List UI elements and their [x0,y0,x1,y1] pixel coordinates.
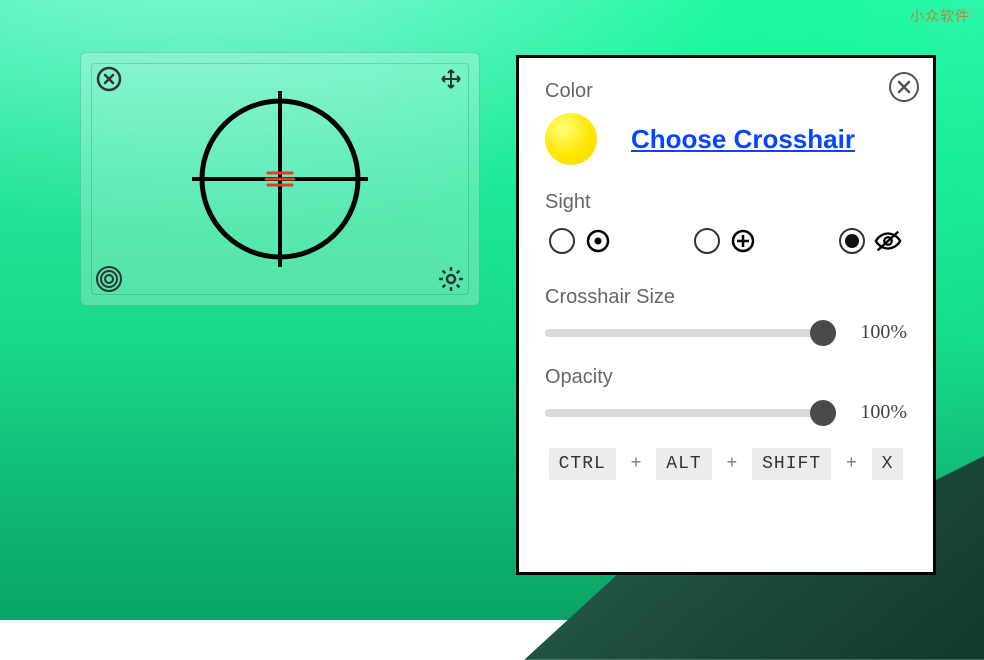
size-slider-block: Crosshair Size 100% [545,286,907,344]
hotkey-sep: + [842,454,861,474]
move-icon [439,67,463,91]
panel-close-button[interactable] [889,72,919,102]
opacity-label: Opacity [545,366,907,389]
close-icon [95,65,123,93]
sight-label: Sight [545,191,907,214]
opacity-slider-block: Opacity 100% [545,366,907,424]
sight-radio-off[interactable] [839,228,865,254]
size-label: Crosshair Size [545,286,907,309]
hotkey-sep: + [722,454,741,474]
crosshair-graphic [180,79,380,279]
opacity-slider-thumb[interactable] [810,400,836,426]
watermark-text: 小众软件 [910,6,970,26]
crosshair-preview-window[interactable] [80,52,480,306]
gear-icon [436,264,466,294]
hotkey-key-4: X [872,448,904,480]
sight-option-cross[interactable] [694,226,758,256]
preview-settings-button[interactable] [433,261,469,297]
sight-radio-cross[interactable] [694,228,720,254]
choose-crosshair-link[interactable]: Choose Crosshair [631,124,855,155]
sight-option-off[interactable] [839,226,903,256]
dot-sight-icon [583,226,613,256]
size-slider-thumb[interactable] [810,320,836,346]
eye-off-icon [873,226,903,256]
sight-option-dot[interactable] [549,226,613,256]
close-icon [896,79,912,95]
preview-close-button[interactable] [91,61,127,97]
hotkey-display: CTRL + ALT + SHIFT + X [545,448,907,480]
sight-radio-dot[interactable] [549,228,575,254]
color-label: Color [545,80,907,103]
cross-sight-icon [728,226,758,256]
color-swatch[interactable] [545,113,597,165]
hotkey-key-1: CTRL [549,448,616,480]
preview-move-handle[interactable] [433,61,469,97]
opacity-value: 100% [847,401,907,424]
size-value: 100% [847,321,907,344]
hotkey-key-3: SHIFT [752,448,831,480]
opacity-slider[interactable] [545,409,829,417]
bullseye-icon [94,264,124,294]
sight-options [549,226,903,256]
center-target-button[interactable] [91,261,127,297]
hotkey-key-2: ALT [656,448,711,480]
size-slider[interactable] [545,329,829,337]
settings-panel: Color Choose Crosshair Sight [516,55,936,575]
hotkey-sep: + [627,454,646,474]
